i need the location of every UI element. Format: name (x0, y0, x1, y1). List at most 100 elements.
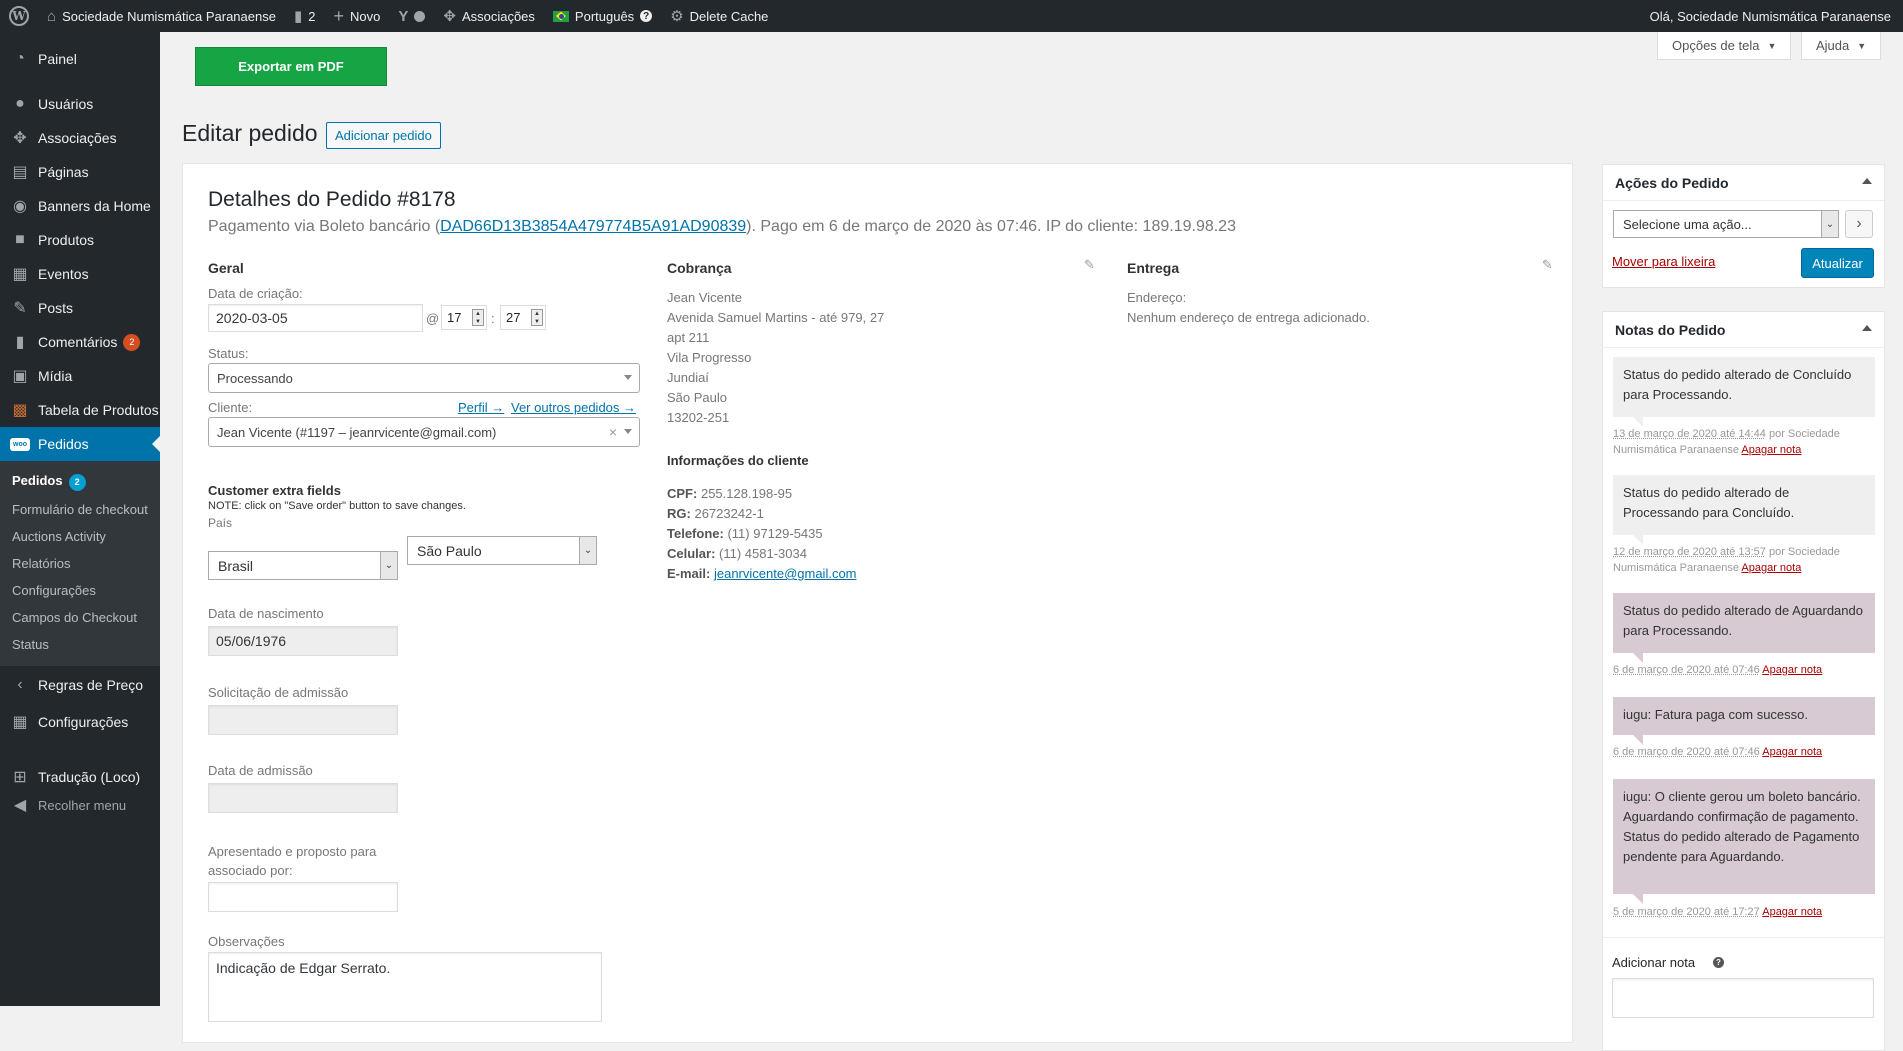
country-select[interactable]: Brasil ⌄ (208, 551, 398, 580)
menu-paginas[interactable]: ▤ Páginas (0, 155, 160, 189)
submenu-campos-checkout[interactable]: Campos do Checkout (0, 604, 160, 631)
table-icon: ▩ (10, 400, 30, 420)
order-data-panel: Detalhes do Pedido #8178 Pagamento via B… (182, 163, 1573, 1043)
status-value: Processando (217, 371, 293, 386)
menu-eventos[interactable]: ▦ Eventos (0, 257, 160, 291)
order-note: iugu: O cliente gerou um boleto bancário… (1613, 779, 1875, 894)
screen-options-button[interactable]: Opções de tela ▼ (1657, 32, 1791, 60)
customer-select[interactable]: Jean Vicente (#1197 – jeanrvicente@gmail… (208, 417, 640, 447)
admission-request-input[interactable] (208, 705, 398, 735)
submenu-configuracoes[interactable]: Configurações (0, 577, 160, 604)
order-note: Status do pedido alterado de Concluído p… (1613, 357, 1875, 417)
admission-date-input[interactable] (208, 783, 398, 813)
date-created-label: Data de criação: (208, 286, 303, 301)
status-select[interactable]: Processando (208, 363, 640, 393)
site-name-link[interactable]: ⌂ Sociedade Numismática Paranaense (38, 0, 285, 32)
comments-link[interactable]: ▮ 2 (285, 0, 325, 32)
transaction-link[interactable]: DAD66D13B3854A479774B5A91AD90839 (440, 218, 746, 235)
apply-action-button[interactable]: › (1845, 210, 1873, 238)
shipping-address-label: Endereço: (1127, 290, 1186, 305)
submenu-formulario-checkout[interactable]: Formulário de checkout (0, 496, 160, 523)
order-actions-header[interactable]: Ações do Pedido (1603, 165, 1884, 201)
order-notes-header[interactable]: Notas do Pedido (1603, 312, 1884, 348)
menu-label: Produtos (38, 232, 94, 248)
menu-label: Eventos (38, 266, 89, 282)
update-button[interactable]: Atualizar (1801, 248, 1874, 278)
mobile-label: Celular: (667, 546, 715, 561)
minute-input[interactable]: 27 ▲ ▼ (500, 305, 546, 330)
move-to-trash-link[interactable]: Mover para lixeira (1612, 254, 1715, 269)
at-separator: @ (426, 311, 439, 326)
collapse-menu-button[interactable]: ◀ Recolher menu (0, 794, 160, 816)
submenu-pedidos[interactable]: Pedidos 2 (0, 467, 160, 496)
edit-shipping-icon[interactable]: ✎ (1542, 257, 1553, 273)
hour-input[interactable]: 17 ▲ ▼ (441, 305, 487, 330)
yoast-menu[interactable]: Y (389, 0, 434, 32)
menu-label: Páginas (38, 164, 89, 180)
presented-by-input[interactable] (208, 882, 398, 912)
submenu-status[interactable]: Status (0, 631, 160, 658)
birth-date-input[interactable]: 05/06/1976 (208, 626, 398, 656)
submenu-label: Pedidos (12, 473, 63, 488)
menu-traducao[interactable]: ⊞ Tradução (Loco) (0, 760, 160, 794)
submenu-relatorios[interactable]: Relatórios (0, 550, 160, 577)
order-action-select[interactable]: Selecione uma ação... ⌄ (1613, 210, 1839, 238)
delete-note-link[interactable]: Apagar nota (1762, 746, 1822, 758)
menu-midia[interactable]: ▣ Mídia (0, 359, 160, 393)
date-created-input[interactable]: 2020-03-05 (208, 304, 423, 332)
media-icon: ▣ (10, 366, 30, 386)
delete-note-link[interactable]: Apagar nota (1741, 562, 1801, 574)
export-pdf-button[interactable]: Exportar em PDF (195, 47, 387, 86)
payment-suffix: ). Pago em 6 de março de 2020 às 07:46. … (746, 218, 1236, 235)
menu-tabela-produtos[interactable]: ▩ Tabela de Produtos (0, 393, 160, 427)
other-orders-link[interactable]: Ver outros pedidos → (511, 400, 636, 415)
language-switcher[interactable]: Português? (544, 0, 661, 32)
collapse-toggle-icon[interactable] (1862, 325, 1872, 331)
wordpress-logo-icon: W (9, 6, 29, 26)
menu-regras-preco[interactable]: ‹ Regras de Preço (0, 668, 160, 702)
chevron-down-icon: ⌄ (579, 537, 596, 564)
menu-comentarios[interactable]: ▮ Comentários 2 (0, 325, 160, 359)
pin-icon: ✎ (10, 298, 30, 318)
spinner-arrows-icon[interactable]: ▲ ▼ (531, 309, 543, 326)
email-link[interactable]: jeanrvicente@gmail.com (714, 566, 857, 581)
help-button[interactable]: Ajuda ▼ (1801, 32, 1881, 60)
add-note-textarea[interactable] (1612, 978, 1874, 1018)
caret-down-icon: ▼ (1857, 41, 1866, 51)
customer-info: CPF: 255.128.198-95 RG: 26723242-1 Telef… (667, 484, 857, 584)
menu-produtos[interactable]: ■ Produtos (0, 223, 160, 257)
seo-status-dot-icon (414, 11, 425, 22)
my-account-menu[interactable]: Olá, Sociedade Numismática Paranaense (1641, 0, 1903, 32)
delete-cache-link[interactable]: ⚙ Delete Cache (661, 0, 777, 32)
comments-badge: 2 (123, 334, 140, 351)
state-select[interactable]: São Paulo ⌄ (407, 536, 597, 565)
observations-textarea[interactable]: Indicação de Edgar Serrato. (208, 952, 602, 1022)
menu-pedidos[interactable]: woo Pedidos (0, 427, 160, 461)
menu-posts[interactable]: ✎ Posts (0, 291, 160, 325)
menu-configuracoes[interactable]: ▦ Configurações (0, 705, 160, 739)
menu-label: Regras de Preço (38, 677, 143, 693)
status-label: Status: (208, 346, 248, 361)
menu-painel[interactable]: ◔ Painel (0, 42, 160, 76)
birth-date-label: Data de nascimento (208, 606, 324, 621)
submenu-auctions-activity[interactable]: Auctions Activity (0, 523, 160, 550)
menu-associacoes[interactable]: ✥ Associações (0, 121, 160, 155)
delete-note-link[interactable]: Apagar nota (1741, 444, 1801, 456)
add-order-button[interactable]: Adicionar pedido (326, 122, 441, 149)
comments-icon: ▮ (10, 332, 30, 352)
spinner-arrows-icon[interactable]: ▲ ▼ (472, 309, 484, 326)
extra-fields-heading: Customer extra fields (208, 483, 341, 498)
collapse-toggle-icon[interactable] (1862, 178, 1872, 184)
menu-banners[interactable]: ◉ Banners da Home (0, 189, 160, 223)
associations-link[interactable]: ✥ Associações (434, 0, 544, 32)
delete-note-link[interactable]: Apagar nota (1762, 906, 1822, 918)
help-tip-icon[interactable]: ? (1713, 957, 1724, 968)
new-content-menu[interactable]: + Novo (324, 0, 389, 32)
edit-billing-icon[interactable]: ✎ (1084, 257, 1095, 273)
wp-logo-menu[interactable]: W (0, 0, 38, 32)
menu-usuarios[interactable]: ● Usuários (0, 87, 160, 121)
clear-icon[interactable]: × (609, 424, 617, 440)
customer-profile-link[interactable]: Perfil → (458, 400, 504, 415)
main-content: Opções de tela ▼ Ajuda ▼ Exportar em PDF E… (160, 32, 1903, 1006)
delete-note-link[interactable]: Apagar nota (1762, 664, 1822, 676)
